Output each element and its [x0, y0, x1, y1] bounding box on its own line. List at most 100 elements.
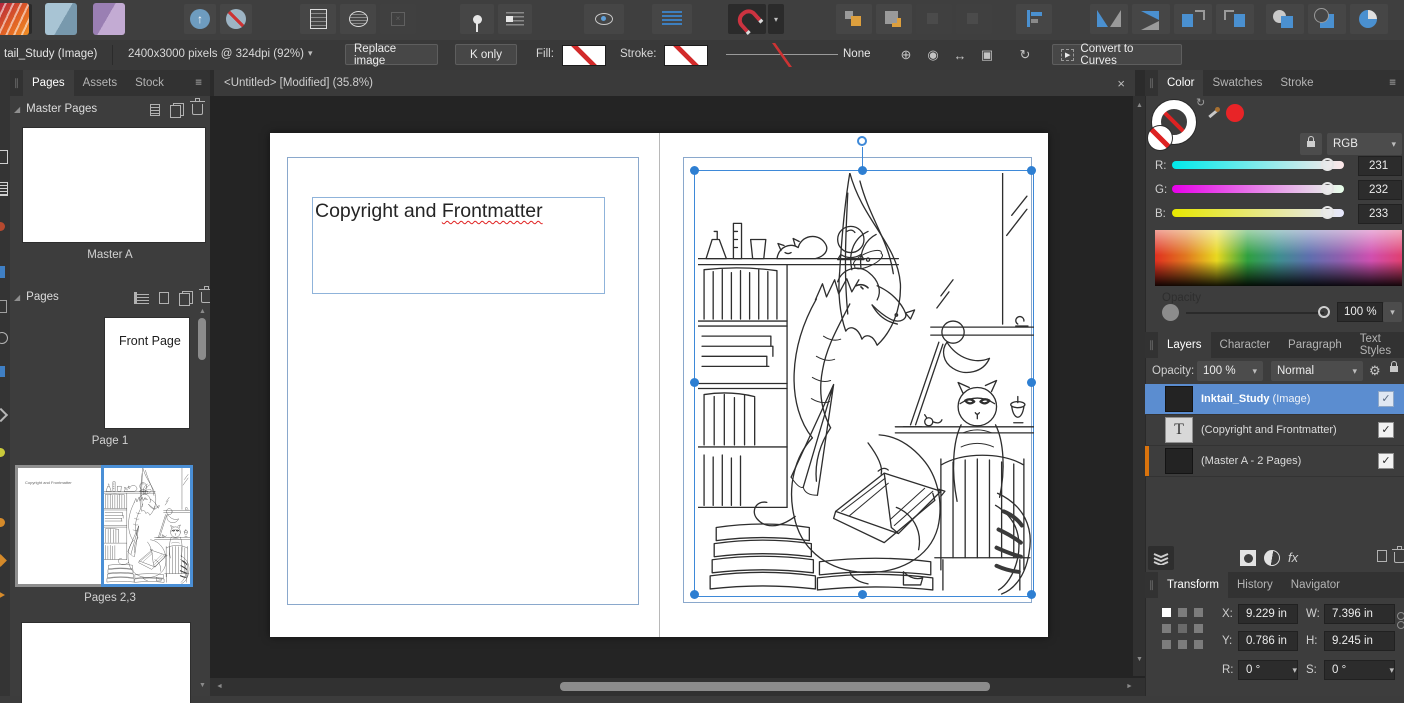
opacity-knob-icon[interactable]: [1162, 304, 1179, 321]
layers-opacity-dropdown[interactable]: 100 %▾: [1197, 361, 1263, 381]
snapping-dropdown[interactable]: ▾: [768, 4, 784, 34]
tool-icon[interactable]: [0, 332, 8, 344]
move-forward-button[interactable]: [836, 4, 872, 34]
show-rotation-center-button[interactable]: ⊕: [893, 44, 919, 66]
r-value-field[interactable]: 231: [1358, 156, 1402, 176]
flower-up-button[interactable]: ↑: [184, 4, 216, 34]
baseline-grid-button[interactable]: [652, 4, 692, 34]
collapse-icon[interactable]: ◢: [14, 293, 20, 302]
page1-thumbnail[interactable]: Front Page: [105, 318, 189, 428]
tab-navigator[interactable]: Navigator: [1282, 572, 1349, 598]
h-field[interactable]: 9.245 in: [1324, 631, 1395, 651]
panel-grip[interactable]: ∥: [10, 70, 23, 96]
handle-bottom-center[interactable]: [858, 590, 867, 599]
rotation-handle[interactable]: [857, 136, 867, 146]
tab-assets[interactable]: Assets: [74, 70, 127, 96]
handle-bottom-left[interactable]: [690, 590, 699, 599]
canvas-area[interactable]: <Untitled> [Modified] (35.8%) × Copyrigh…: [210, 70, 1145, 696]
tool-icon[interactable]: [0, 266, 5, 278]
stroke-style-value[interactable]: None: [843, 48, 871, 60]
duplicate-master-icon[interactable]: [170, 103, 182, 116]
g-slider-thumb[interactable]: [1321, 182, 1334, 195]
scroll-up-arrow[interactable]: ▲: [199, 308, 206, 315]
new-layer-icon[interactable]: [1377, 550, 1387, 562]
panel-menu-icon[interactable]: ≡: [1381, 70, 1404, 96]
handle-top-center[interactable]: [858, 166, 867, 175]
tab-color[interactable]: Color: [1158, 70, 1203, 96]
collapse-icon[interactable]: ◢: [14, 105, 20, 114]
tool-icon[interactable]: [0, 590, 5, 600]
panel-menu-icon[interactable]: ≡: [1400, 332, 1404, 358]
y-field[interactable]: 0.786 in: [1238, 631, 1298, 651]
tab-pages[interactable]: Pages: [23, 70, 74, 96]
persona-designer-button[interactable]: [44, 4, 78, 34]
swap-colors-icon[interactable]: ↻: [1196, 96, 1205, 109]
opacity-dropdown[interactable]: ▾: [1383, 302, 1402, 322]
duplicate-page-icon[interactable]: [179, 291, 191, 304]
tab-stroke[interactable]: Stroke: [1271, 70, 1322, 96]
tab-stock[interactable]: Stock: [126, 70, 173, 96]
r-slider-track[interactable]: [1172, 161, 1344, 169]
cycle-selection-button[interactable]: ↻: [1012, 44, 1038, 66]
scroll-right-arrow[interactable]: ►: [1126, 683, 1133, 690]
fill-color-well[interactable]: [1148, 126, 1172, 150]
text-frame-tool-icon[interactable]: [0, 182, 8, 196]
panel-menu-icon[interactable]: ≡: [187, 70, 210, 96]
tool-icon[interactable]: [0, 366, 5, 377]
handle-mid-right[interactable]: [1027, 378, 1036, 387]
vertical-scrollbar[interactable]: ▲ ▼: [1133, 96, 1145, 676]
color-spectrum[interactable]: [1155, 230, 1402, 286]
tab-text-styles[interactable]: Text Styles: [1351, 332, 1400, 358]
copyright-text-frame[interactable]: Copyright and Frontmatter: [312, 197, 605, 294]
recent-color-swatch[interactable]: [1226, 104, 1244, 122]
layer-row-master[interactable]: (Master A - 2 Pages) ✓: [1145, 446, 1404, 477]
delete-master-icon[interactable]: [192, 104, 203, 115]
tool-icon[interactable]: [0, 300, 7, 313]
mask-layer-icon[interactable]: [1240, 550, 1256, 566]
scroll-left-arrow[interactable]: ◄: [216, 683, 223, 690]
tool-icon[interactable]: [0, 448, 5, 457]
b-slider-thumb[interactable]: [1321, 206, 1334, 219]
gear-icon[interactable]: ⚙: [1369, 363, 1381, 379]
alignment-button[interactable]: [1016, 4, 1052, 34]
panel-grip[interactable]: ∥: [1145, 572, 1158, 598]
tab-transform[interactable]: Transform: [1158, 572, 1228, 598]
transform-mode-button[interactable]: ▣: [974, 44, 1000, 66]
pages45-thumbnail[interactable]: [22, 623, 190, 703]
scroll-down-arrow[interactable]: ▼: [1136, 656, 1143, 663]
tool-icon[interactable]: [0, 518, 5, 527]
tool-icon[interactable]: [0, 222, 5, 231]
move-back-button[interactable]: [876, 4, 912, 34]
b-value-field[interactable]: 233: [1358, 204, 1402, 224]
persona-photo-button[interactable]: [92, 4, 126, 34]
hide-selection-button[interactable]: ◉: [920, 44, 946, 66]
page2-thumbnail[interactable]: Copyright and Frontmatter: [18, 468, 104, 584]
link-dimensions-icon[interactable]: [1397, 612, 1404, 629]
w-field[interactable]: 7.396 in: [1324, 604, 1395, 624]
flower-slash-button[interactable]: [220, 4, 252, 34]
flip-horizontal-button[interactable]: [1090, 4, 1128, 34]
layer-visibility-checkbox[interactable]: ✓: [1378, 391, 1394, 407]
fill-swatch[interactable]: [562, 45, 606, 66]
handle-mid-left[interactable]: [690, 378, 699, 387]
anchor-point-selector[interactable]: [1162, 608, 1203, 649]
page-list-icon[interactable]: [134, 292, 149, 304]
flip-vertical-button[interactable]: [1132, 4, 1170, 34]
blend-mode-dropdown[interactable]: Normal▾: [1271, 361, 1363, 381]
horizontal-scrollbar[interactable]: ◄ ►: [210, 678, 1145, 696]
convert-to-curves-button[interactable]: ▶ Convert to Curves: [1052, 44, 1182, 65]
indent-button[interactable]: [498, 4, 532, 34]
b-slider-track[interactable]: [1172, 209, 1344, 217]
layer-visibility-checkbox[interactable]: ✓: [1378, 453, 1394, 469]
preview-mode-button[interactable]: [584, 4, 624, 34]
frame-tool-icon[interactable]: [0, 150, 8, 164]
persona-publisher-button[interactable]: [0, 4, 32, 34]
panel-grip[interactable]: ∥: [1145, 332, 1158, 358]
pin-button[interactable]: [460, 4, 494, 34]
shear-field[interactable]: 0 °▾: [1324, 660, 1395, 680]
text-wrap-shape-button[interactable]: [340, 4, 376, 34]
rotate-cw-button[interactable]: [1216, 4, 1254, 34]
rotation-field[interactable]: 0 °▾: [1238, 660, 1298, 680]
eyedropper-icon[interactable]: [1206, 106, 1222, 122]
lock-icon[interactable]: [1390, 366, 1398, 372]
